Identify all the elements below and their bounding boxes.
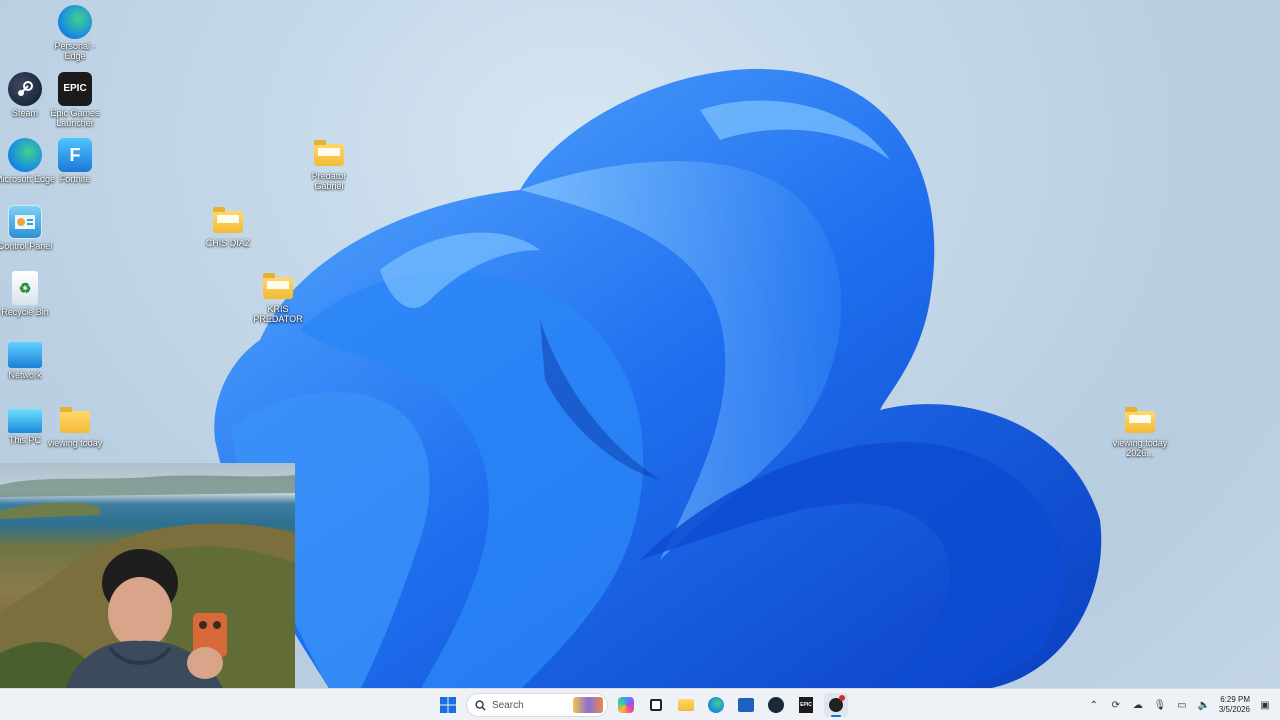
- clock-date: 3/5/2026: [1218, 705, 1250, 714]
- windows-icon: [440, 697, 456, 713]
- display-icon[interactable]: ▭: [1175, 698, 1189, 712]
- folder-icon: [60, 407, 90, 433]
- desktop-icon-personal-edge[interactable]: Personal - Edge: [43, 5, 107, 61]
- fortnite-icon: F: [58, 138, 92, 172]
- store-icon: [738, 698, 754, 712]
- recording-indicator: [839, 695, 845, 701]
- search-highlight-icon: [573, 697, 603, 713]
- cloud-off-icon[interactable]: ☁: [1131, 698, 1145, 712]
- task-view-button[interactable]: [644, 693, 668, 717]
- desktop-icon-predator-gabriel[interactable]: Predator Gabriel: [297, 138, 361, 191]
- clock[interactable]: 6:29 PM 3/5/2026: [1219, 695, 1250, 715]
- epic-games-icon: EPIC: [799, 697, 813, 713]
- clock-time: 6:29 PM: [1220, 695, 1250, 704]
- desktop-icon-network[interactable]: Network: [0, 338, 57, 380]
- webcam-scene: [0, 475, 295, 720]
- webcam-overlay: [0, 463, 295, 720]
- search-placeholder: Search: [492, 699, 524, 711]
- desktop-icon-viewing-today-2026[interactable]: viewing today 2026...: [1108, 405, 1172, 458]
- folder-icon: [678, 699, 694, 711]
- system-tray: ⌃ ⟳ ☁ 🎙 ▭ 🔈 6:29 PM 3/5/2026 ▣: [1087, 689, 1272, 720]
- desktop-icon-chris-diaz[interactable]: CHIS DIAZ: [196, 205, 260, 248]
- microsoft-store-button[interactable]: [734, 693, 758, 717]
- active-app-underline: [831, 715, 841, 717]
- search-icon: [475, 699, 486, 711]
- desktop-icon-viewing-today[interactable]: viewing today: [43, 405, 107, 448]
- start-button[interactable]: [436, 693, 460, 717]
- steam-icon: [8, 72, 42, 106]
- notifications-icon[interactable]: ▣: [1258, 698, 1272, 712]
- edge-icon: [708, 697, 724, 713]
- edge-icon: [8, 138, 42, 172]
- folder-icon: [1125, 407, 1155, 433]
- file-explorer-button[interactable]: [674, 693, 698, 717]
- network-icon: [8, 342, 42, 368]
- desktop-icon-epic-games[interactable]: EPIC Epic Games Launcher: [43, 72, 107, 128]
- edge-button[interactable]: [704, 693, 728, 717]
- chevron-up-icon[interactable]: ⌃: [1087, 698, 1101, 712]
- recording-app-button[interactable]: [824, 693, 848, 717]
- speaker-icon[interactable]: 🔈: [1197, 698, 1211, 712]
- desktop-icon-recycle-bin[interactable]: ♻ Recycle Bin: [0, 271, 57, 317]
- steam-icon: [768, 697, 784, 713]
- copilot-icon: [618, 697, 634, 713]
- steam-button[interactable]: [764, 693, 788, 717]
- sync-icon[interactable]: ⟳: [1109, 698, 1123, 712]
- taskbar-search-box[interactable]: Search: [466, 693, 608, 717]
- epic-games-icon: EPIC: [58, 72, 92, 106]
- folder-icon: [314, 140, 344, 166]
- edge-icon: [58, 5, 92, 39]
- folder-icon: [213, 207, 243, 233]
- epic-games-button[interactable]: EPIC: [794, 693, 818, 717]
- taskbar: Search EPIC ⌃ ⟳ ☁ 🎙 ▭ 🔈 6:29 PM 3/5/2026…: [0, 688, 1280, 720]
- taskbar-pinned-apps: Search EPIC: [436, 693, 848, 717]
- task-view-icon: [650, 699, 662, 711]
- desktop-icon-fortnite[interactable]: F Fortnite: [43, 138, 107, 184]
- desktop-icon-kris-predator[interactable]: KRIS PREDATOR: [246, 271, 310, 324]
- folder-icon: [263, 273, 293, 299]
- recycle-bin-icon: ♻: [12, 271, 38, 305]
- control-panel-icon: [8, 205, 42, 239]
- microphone-icon[interactable]: 🎙: [1153, 698, 1167, 712]
- copilot-button[interactable]: [614, 693, 638, 717]
- monitor-icon: [8, 409, 42, 433]
- desktop-icon-control-panel[interactable]: Control Panel: [0, 205, 57, 251]
